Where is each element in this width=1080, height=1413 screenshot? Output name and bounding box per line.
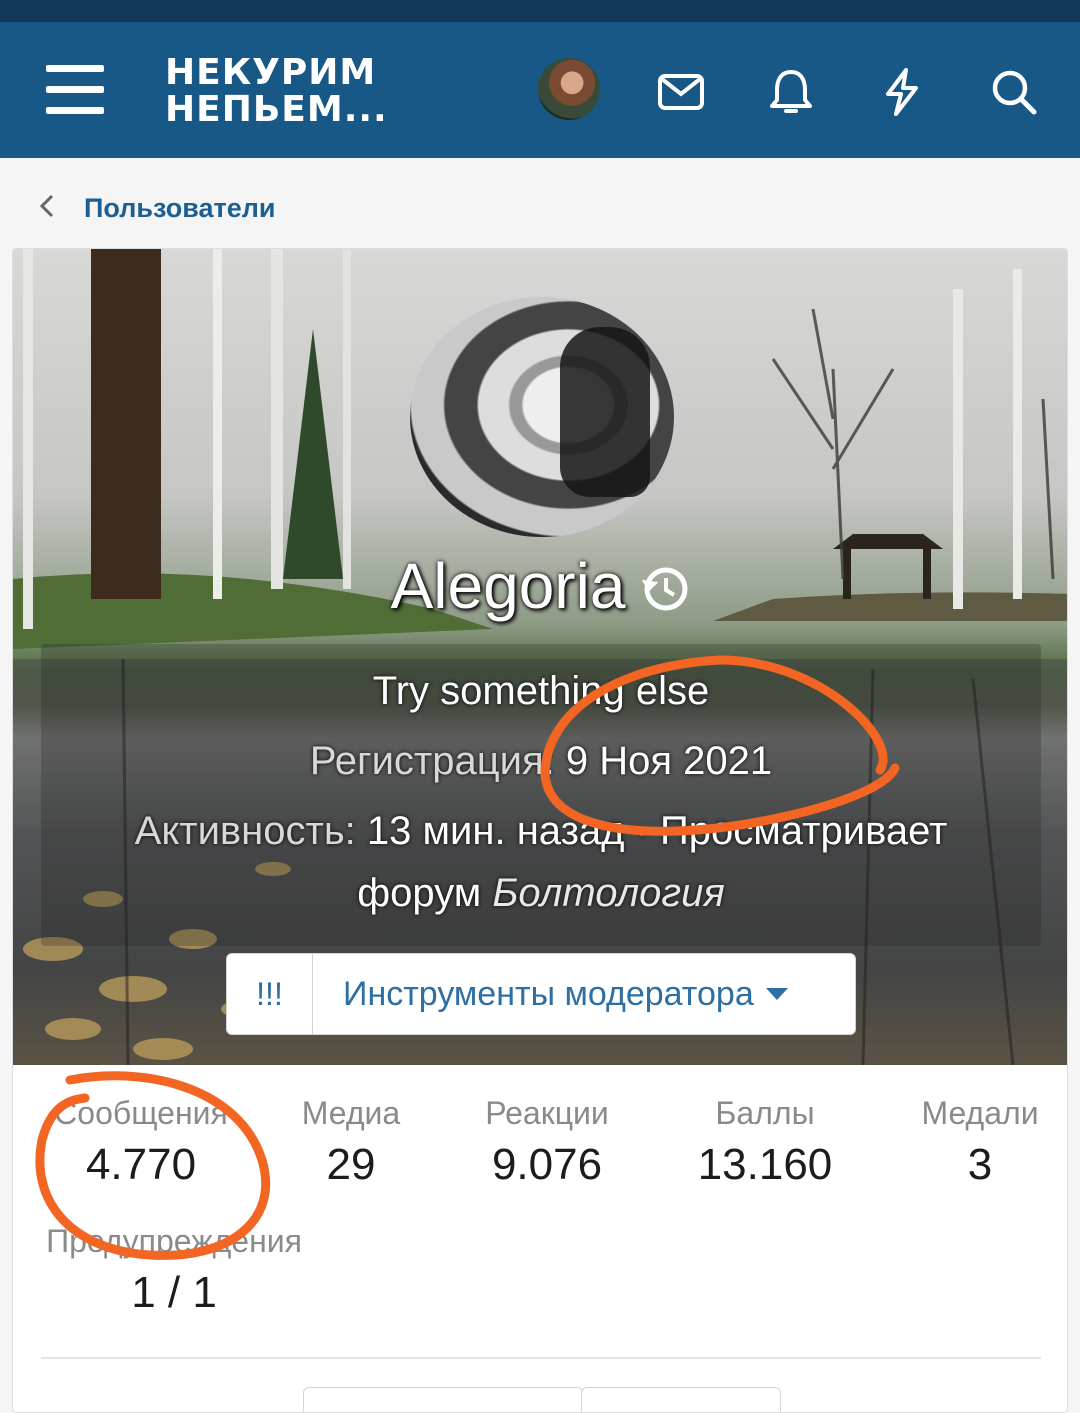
stat-messages[interactable]: Сообщения 4.770	[31, 1095, 251, 1190]
action-button[interactable]	[581, 1387, 781, 1412]
username-text: Alegoria	[390, 550, 626, 622]
stat-medals[interactable]: Медали 3	[905, 1095, 1055, 1190]
menu-icon[interactable]	[46, 65, 104, 115]
warn-button[interactable]: !!!	[227, 954, 313, 1034]
stat-media[interactable]: Медиа 29	[271, 1095, 431, 1190]
divider	[41, 1357, 1041, 1359]
moderator-tools-dropdown[interactable]: Инструменты модератора	[313, 954, 855, 1034]
logo-line-1: НЕКУРИМ	[165, 52, 377, 93]
stat-value: 1 / 1	[131, 1268, 217, 1317]
status-bar	[0, 0, 1080, 22]
stat-label: Баллы	[715, 1095, 815, 1131]
activity-forum-link[interactable]: Болтология	[492, 871, 724, 915]
search-icon[interactable]	[988, 66, 1040, 118]
caret-down-icon	[765, 988, 788, 1000]
site-logo[interactable]: НЕКУРИМ НЕПЬЕМ...	[165, 54, 388, 128]
stat-warnings[interactable]: Предупреждения 1 / 1	[31, 1223, 317, 1318]
custom-title: Try something else	[372, 669, 710, 713]
activity-line-2: форум Болтология	[13, 871, 1067, 916]
top-navigation-bar: НЕКУРИМ НЕПЬЕМ...	[0, 22, 1080, 158]
stat-label: Медали	[921, 1095, 1039, 1131]
stat-value: 4.770	[85, 1140, 197, 1189]
breadcrumb-users-link[interactable]: Пользователи	[84, 193, 275, 224]
chevron-left-icon[interactable]	[36, 192, 58, 220]
stat-label: Предупреждения	[46, 1223, 302, 1259]
registration-date: 9 Ноя 2021	[565, 739, 773, 783]
stat-points[interactable]: Баллы 13.160	[675, 1095, 855, 1190]
activity-label: Активность:	[134, 809, 356, 853]
profile-card: Alegoria Try something else Регистрация:…	[12, 248, 1068, 1413]
activity-line: Активность: 13 мин. назад · Просматривае…	[13, 809, 1067, 854]
bell-icon[interactable]	[765, 66, 817, 118]
breadcrumb: Пользователи	[0, 158, 1080, 248]
user-avatar[interactable]	[538, 58, 600, 120]
action-button[interactable]	[303, 1387, 583, 1412]
stat-value: 13.160	[697, 1140, 833, 1189]
stat-label: Реакции	[485, 1095, 609, 1131]
profile-avatar[interactable]	[410, 297, 674, 537]
history-icon[interactable]	[639, 555, 691, 611]
moderator-tools-label: Инструменты модератора	[343, 974, 754, 1013]
activity-value: 13 мин. назад · Просматривает	[366, 809, 948, 853]
stat-label: Сообщения	[54, 1095, 228, 1131]
registration-line: Регистрация: 9 Ноя 2021	[13, 739, 1067, 784]
mail-icon[interactable]	[655, 66, 707, 118]
stat-reactions[interactable]: Реакции 9.076	[457, 1095, 637, 1190]
activity-value-2: форум	[357, 871, 482, 915]
profile-banner: Alegoria Try something else Регистрация:…	[13, 249, 1067, 1065]
stat-value: 29	[326, 1140, 376, 1189]
moderator-toolbar: !!! Инструменты модератора	[226, 953, 856, 1035]
profile-username: Alegoria	[13, 549, 1067, 623]
registration-label: Регистрация:	[309, 739, 555, 783]
stat-value: 3	[967, 1140, 993, 1189]
stat-label: Медиа	[301, 1095, 401, 1131]
logo-line-2: НЕПЬЕМ...	[165, 89, 388, 130]
lightning-icon[interactable]	[876, 66, 928, 118]
stat-value: 9.076	[491, 1140, 603, 1189]
